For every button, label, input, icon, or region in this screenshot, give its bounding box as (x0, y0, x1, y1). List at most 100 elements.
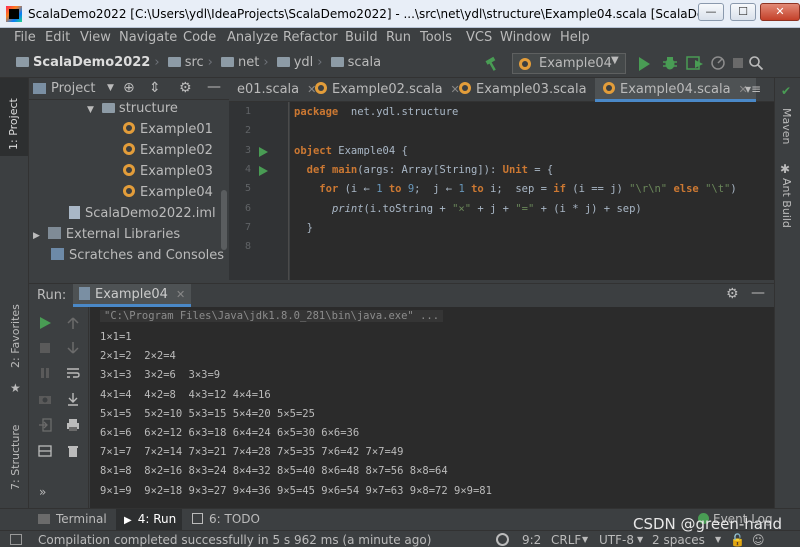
menu-tools[interactable]: Tools (420, 30, 452, 45)
tab-label: 4: Run (137, 512, 177, 526)
file-encoding[interactable]: UTF-8 (599, 533, 634, 547)
code-token: package (294, 106, 339, 118)
chevron-down-icon[interactable]: ▼ (107, 83, 114, 93)
tab-example03[interactable]: Example03.scala✕ (451, 78, 612, 102)
code-token: for (319, 183, 339, 196)
tab-run[interactable]: ▶ 4: Run (116, 509, 182, 530)
maven-stripe-label[interactable]: Maven (779, 108, 793, 150)
caret-position[interactable]: 9:2 (522, 533, 541, 547)
breadcrumb-src[interactable]: src (185, 55, 204, 70)
structure-stripe-label[interactable]: 7: Structure (9, 425, 22, 490)
run-icon[interactable] (637, 56, 651, 72)
project-stripe-button[interactable]: 1: Project (0, 78, 28, 156)
minimize-button[interactable]: — (698, 3, 724, 21)
tree-item-example01[interactable]: Example01 (123, 122, 213, 143)
menu-refactor[interactable]: Refactor (283, 30, 338, 45)
line-separator[interactable]: CRLF (551, 533, 581, 547)
pause-icon[interactable] (38, 366, 52, 380)
tab-example04[interactable]: Example04.scala ✕ (595, 78, 756, 102)
print-icon[interactable] (66, 418, 80, 432)
stop-icon[interactable] (730, 55, 746, 71)
code-token: (args: Array[ (357, 163, 440, 176)
inspector-icon[interactable]: ☺ (752, 533, 765, 547)
scala-object-icon (123, 185, 135, 197)
profiler-icon[interactable] (710, 55, 726, 71)
status-message[interactable]: Compilation completed successfully in 5 … (38, 533, 431, 547)
star-icon: ★ (10, 381, 21, 395)
lock-icon[interactable]: 🔓 (730, 533, 745, 547)
tree-item-scratches[interactable]: Scratches and Consoles (51, 248, 224, 269)
login-icon[interactable] (38, 418, 52, 432)
tree-item-iml-file[interactable]: ScalaDemo2022.iml (69, 206, 216, 227)
scroll-to-end-icon[interactable] (66, 392, 80, 406)
project-view-label[interactable]: Project (51, 81, 95, 96)
close-button[interactable]: ✕ (760, 3, 800, 21)
breadcrumb-project[interactable]: ScalaDemo2022 (33, 55, 150, 70)
console-scrollbar[interactable] (764, 309, 770, 504)
ant-build-stripe-label[interactable]: Ant Build (779, 178, 793, 238)
menu-help[interactable]: Help (560, 30, 590, 45)
menu-window[interactable]: Window (500, 30, 551, 45)
tree-scrollbar[interactable] (221, 190, 227, 250)
gear-icon[interactable]: ⚙ (179, 80, 192, 96)
menu-run[interactable]: Run (386, 30, 411, 45)
hide-panel-icon[interactable]: — (207, 79, 221, 95)
line-number: 8 (244, 241, 251, 253)
run-configuration-select[interactable]: Example04 ▼ (512, 53, 626, 74)
close-icon[interactable]: ✕ (176, 288, 185, 301)
menu-vcs[interactable]: VCS (466, 30, 492, 45)
tree-item-example03[interactable]: Example03 (123, 164, 213, 185)
stop-icon[interactable] (38, 341, 52, 355)
line-number: 2 (244, 125, 251, 137)
tab-terminal[interactable]: Terminal (38, 512, 107, 526)
favorites-stripe-label[interactable]: 2: Favorites (9, 304, 22, 368)
tab-label: Terminal (56, 512, 107, 526)
tree-item-example04[interactable]: Example04 (123, 185, 213, 206)
tree-item-external-libraries[interactable]: ▶ External Libraries (33, 227, 180, 248)
more-actions-icon[interactable]: » (39, 485, 46, 499)
gutter-run-icon[interactable] (259, 146, 268, 157)
arrow-up-icon[interactable] (66, 316, 80, 330)
tab-example02[interactable]: Example02.scala ✕ (307, 78, 468, 102)
run-tab-example04[interactable]: Example04 ✕ (73, 284, 192, 307)
trash-icon[interactable] (66, 444, 80, 458)
menu-code[interactable]: Code (183, 30, 216, 45)
collapse-all-icon[interactable]: ⇕ (149, 80, 161, 96)
run-panel-header: Run: Example04 ✕ ⚙ — (29, 283, 774, 307)
module-file-icon (69, 206, 80, 219)
scala-object-icon (519, 58, 531, 70)
breadcrumb-net[interactable]: net (238, 55, 259, 70)
maximize-button[interactable]: ☐ (730, 3, 756, 21)
tab-todo[interactable]: 6: TODO (192, 512, 260, 526)
coverage-icon[interactable] (686, 55, 704, 71)
code-editor[interactable]: package net.ydl.structure object Example0… (290, 102, 774, 280)
breadcrumb-ydl[interactable]: ydl (294, 55, 314, 70)
tree-item-structure[interactable]: ▼ structure (87, 101, 178, 122)
menu-analyze[interactable]: Analyze (227, 30, 278, 45)
arrow-down-icon[interactable] (66, 341, 80, 355)
debug-bug-icon[interactable] (662, 55, 678, 71)
menu-navigate[interactable]: Navigate (119, 30, 177, 45)
run-console[interactable]: "C:\Program Files\Java\jdk1.8.0_281\bin\… (90, 307, 774, 508)
toggle-tool-windows-icon[interactable] (10, 534, 22, 545)
soft-wrap-icon[interactable] (66, 366, 80, 380)
tree-item-example02[interactable]: Example02 (123, 143, 213, 164)
menu-edit[interactable]: Edit (45, 30, 70, 45)
menu-file[interactable]: File (14, 30, 36, 45)
rerun-icon[interactable] (38, 316, 52, 330)
run-icon: ▶ (124, 515, 132, 526)
menu-build[interactable]: Build (345, 30, 378, 45)
tab-list-icon[interactable]: ▾≡ (745, 82, 761, 96)
indent-setting[interactable]: 2 spaces (652, 533, 705, 547)
menu-view[interactable]: View (80, 30, 111, 45)
gear-icon[interactable]: ⚙ (726, 286, 739, 302)
gutter-run-icon[interactable] (259, 165, 268, 176)
breadcrumb-scala[interactable]: scala (348, 55, 381, 70)
hide-panel-icon[interactable]: — (751, 285, 765, 301)
layout-icon[interactable] (38, 444, 52, 458)
build-hammer-icon[interactable] (484, 56, 500, 72)
camera-icon[interactable] (38, 392, 52, 406)
search-icon[interactable] (748, 55, 764, 71)
console-command-line: "C:\Program Files\Java\jdk1.8.0_281\bin\… (100, 310, 444, 322)
locate-file-icon[interactable]: ⊕ (123, 80, 135, 96)
